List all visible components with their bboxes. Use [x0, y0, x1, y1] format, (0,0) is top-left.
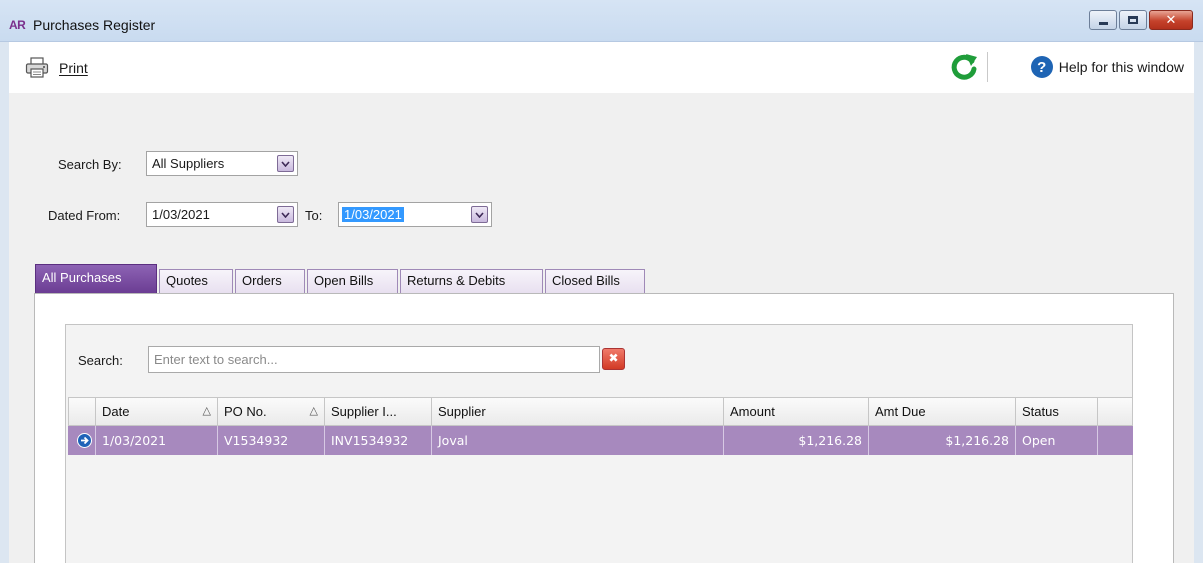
dated-to-field[interactable]: 1/03/2021	[338, 202, 492, 227]
column-header-status[interactable]: Status	[1016, 398, 1098, 425]
cell-filler	[1098, 426, 1133, 455]
tab-quotes[interactable]: Quotes	[159, 269, 233, 293]
maximize-button[interactable]	[1119, 10, 1147, 30]
to-label: To:	[305, 208, 323, 223]
tab-returns-debits[interactable]: Returns & Debits	[400, 269, 543, 293]
chevron-down-icon[interactable]	[277, 155, 294, 172]
clear-search-button[interactable]: ✖	[602, 348, 625, 370]
cell-date: 1/03/2021	[96, 426, 218, 455]
tab-all-purchases[interactable]: All Purchases	[35, 264, 157, 293]
tab-label: Orders	[242, 273, 282, 288]
help-label: Help for this window	[1058, 59, 1184, 75]
cell-amount: $1,216.28	[724, 426, 869, 455]
tab-orders[interactable]: Orders	[235, 269, 305, 293]
arrow-right-icon	[77, 433, 92, 448]
column-header-label: Supplier I...	[331, 404, 397, 419]
tab-label: Returns & Debits	[407, 273, 506, 288]
app-logo-icon: AR	[9, 18, 26, 32]
cell-status: Open	[1016, 426, 1098, 455]
tab-label: Open Bills	[314, 273, 374, 288]
column-header-label: Date	[102, 404, 130, 419]
tab-panel: Search: ✖ Date △ PO No. △ Supplier I...	[34, 293, 1174, 563]
column-header-amount[interactable]: Amount	[724, 398, 869, 425]
tab-open-bills[interactable]: Open Bills	[307, 269, 398, 293]
register-content: Search By: All Suppliers Dated From: 1/0…	[9, 93, 1194, 563]
dated-to-value: 1/03/2021	[342, 207, 404, 222]
minimize-icon	[1098, 22, 1108, 25]
clear-icon: ✖	[608, 351, 619, 365]
cell-supplier-invoice: INV1534932	[325, 426, 432, 455]
toolbar: Print ? Help for this window	[9, 42, 1194, 93]
column-header-date[interactable]: Date △	[96, 398, 218, 425]
title-bar: AR Purchases Register ✕	[0, 0, 1203, 42]
dated-from-field[interactable]: 1/03/2021	[146, 202, 298, 227]
chevron-down-icon[interactable]	[471, 206, 488, 223]
sort-icon: △	[309, 405, 318, 417]
column-header-label: PO No.	[224, 404, 267, 419]
dated-from-value: 1/03/2021	[152, 207, 210, 222]
maximize-icon	[1128, 16, 1138, 24]
search-label: Search:	[78, 353, 123, 368]
row-selector[interactable]	[68, 426, 96, 455]
cell-amt-due: $1,216.28	[869, 426, 1016, 455]
help-icon: ?	[1030, 56, 1053, 78]
close-button[interactable]: ✕	[1149, 10, 1193, 30]
search-by-label: Search By:	[58, 157, 122, 172]
print-label: Print	[59, 60, 88, 76]
column-header-filler	[1098, 398, 1132, 425]
column-header-supplier-invoice[interactable]: Supplier I...	[325, 398, 432, 425]
close-icon: ✕	[1165, 12, 1177, 28]
search-by-select[interactable]: All Suppliers	[146, 151, 298, 176]
purchases-grid: Date △ PO No. △ Supplier I... Supplier A	[68, 397, 1133, 455]
refresh-button[interactable]	[949, 52, 979, 82]
refresh-icon	[951, 54, 977, 80]
window-title: Purchases Register	[33, 17, 156, 33]
cell-supplier: Joval	[432, 426, 724, 455]
column-header-label: Amount	[730, 404, 775, 419]
column-header-label: Status	[1022, 404, 1059, 419]
help-button[interactable]: ? Help for this window	[1030, 56, 1184, 78]
column-header-amt-due[interactable]: Amt Due	[869, 398, 1016, 425]
column-header-supplier[interactable]: Supplier	[432, 398, 724, 425]
search-input[interactable]	[148, 346, 600, 373]
column-header-po-no[interactable]: PO No. △	[218, 398, 325, 425]
tab-label: All Purchases	[42, 270, 122, 285]
toolbar-separator	[987, 52, 988, 82]
window-controls: ✕	[1089, 10, 1193, 30]
tab-label: Closed Bills	[552, 273, 620, 288]
minimize-button[interactable]	[1089, 10, 1117, 30]
dated-from-label: Dated From:	[48, 208, 121, 223]
tab-label: Quotes	[166, 273, 208, 288]
app-badge-text: AR	[9, 18, 26, 32]
printer-icon	[25, 57, 49, 78]
print-button[interactable]: Print	[25, 57, 88, 79]
tab-closed-bills[interactable]: Closed Bills	[545, 269, 645, 293]
row-selector-header	[69, 398, 96, 425]
chevron-down-icon[interactable]	[277, 206, 294, 223]
column-header-label: Amt Due	[875, 404, 926, 419]
purchases-list-panel: Search: ✖ Date △ PO No. △ Supplier I...	[65, 324, 1133, 563]
grid-header: Date △ PO No. △ Supplier I... Supplier A	[68, 397, 1133, 426]
table-row[interactable]: 1/03/2021 V1534932 INV1534932 Joval $1,2…	[68, 426, 1133, 455]
column-header-label: Supplier	[438, 404, 486, 419]
cell-po-no: V1534932	[218, 426, 325, 455]
search-by-value: All Suppliers	[152, 156, 225, 171]
sort-icon: △	[202, 405, 211, 417]
